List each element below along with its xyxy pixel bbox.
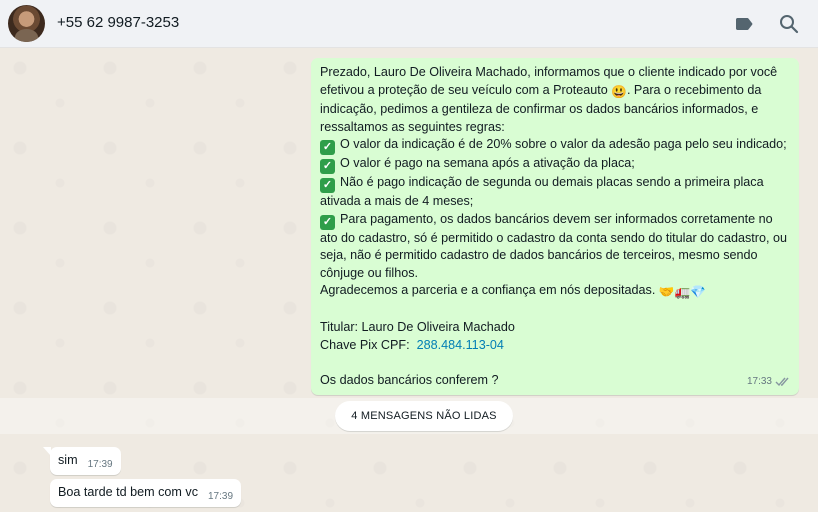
- bubble-tail: [43, 447, 51, 456]
- incoming-message-bubble[interactable]: sim 17:39: [43, 447, 121, 475]
- thanks-text: Agradecemos a parceria e a confiança em …: [320, 283, 656, 297]
- outgoing-message-bubble[interactable]: Prezado, Lauro De Oliveira Machado, info…: [311, 58, 799, 395]
- pix-key-link[interactable]: 288.484.113-04: [417, 338, 504, 352]
- double-check-icon: [775, 377, 789, 386]
- holder-line: Titular: Lauro De Oliveira Machado: [320, 320, 515, 334]
- message-text: Prezado, Lauro De Oliveira Machado, info…: [320, 64, 790, 389]
- contact-name[interactable]: +55 62 9987-3253: [57, 14, 179, 31]
- incoming-message-bubble[interactable]: Boa tarde td bem com vc 17:39: [50, 479, 242, 507]
- message-time: 17:39: [87, 459, 113, 470]
- contact-avatar[interactable]: [8, 5, 45, 42]
- smile-emoji-icon: 😃: [611, 84, 627, 99]
- rule-4: Para pagamento, os dados bancários devem…: [320, 211, 791, 280]
- check-mark-icon: ✓: [320, 214, 335, 230]
- label-icon[interactable]: [732, 12, 756, 36]
- message-text: Boa tarde td bem com vc: [58, 485, 198, 499]
- check-mark-icon: ✓: [320, 178, 335, 193]
- check-mark-icon: ✓: [320, 140, 335, 155]
- pix-label: Chave Pix CPF:: [320, 337, 410, 352]
- rule-2: O valor é pago na semana após a ativação…: [340, 156, 635, 170]
- search-icon[interactable]: [777, 12, 801, 36]
- chat-header: +55 62 9987-3253: [0, 0, 818, 48]
- message-meta: 17:33: [747, 373, 791, 391]
- unread-messages-divider: 4 MENSAGENS NÃO LIDAS: [335, 401, 513, 431]
- message-time: 17:39: [208, 491, 234, 502]
- handshake-truck-gem-emoji-icon: 🤝🚛💎: [658, 285, 706, 299]
- rule-3: Não é pago indicação de segunda ou demai…: [320, 175, 768, 208]
- chat-area: Prezado, Lauro De Oliveira Machado, info…: [0, 48, 818, 512]
- message-time: 17:33: [746, 375, 772, 387]
- check-mark-icon: ✓: [320, 159, 335, 174]
- rule-1: O valor da indicação é de 20% sobre o va…: [340, 137, 787, 151]
- question-text: Os dados bancários conferem ?: [320, 372, 499, 387]
- message-text: sim: [58, 453, 78, 467]
